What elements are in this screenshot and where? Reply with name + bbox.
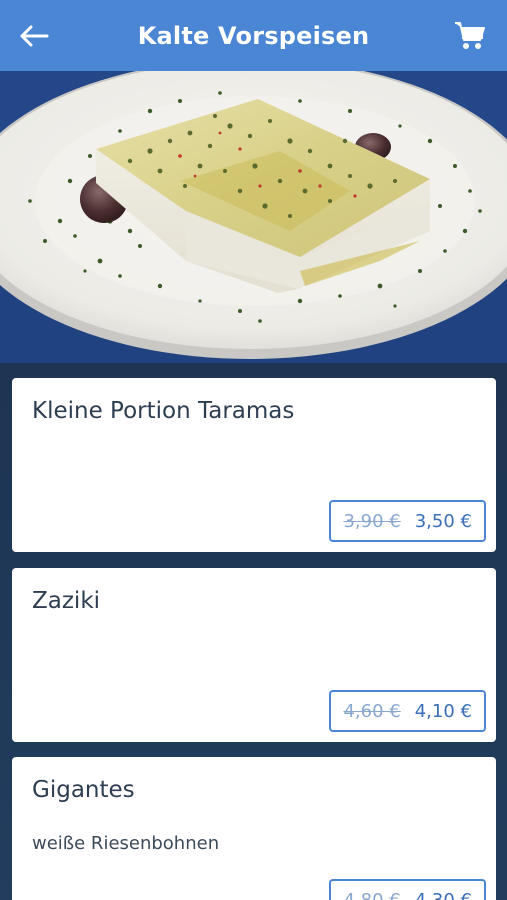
item-description: weiße Riesenbohnen (32, 833, 220, 854)
back-button[interactable] (16, 18, 52, 54)
menu-item[interactable]: Kleine Portion Taramas 3,90 € 3,50 € (12, 378, 496, 552)
item-name: Gigantes (32, 777, 135, 803)
arrow-left-icon (20, 25, 49, 47)
price-button[interactable]: 4,60 € 4,10 € (329, 690, 486, 732)
old-price: 3,90 € (343, 510, 401, 532)
old-price: 4,80 € (343, 889, 401, 900)
current-price: 4,10 € (414, 700, 472, 722)
page-title: Kalte Vorspeisen (137, 21, 370, 50)
dish-photo (0, 71, 507, 363)
current-price: 4,30 € (414, 889, 472, 900)
item-name: Zaziki (32, 588, 101, 614)
current-price: 3,50 € (414, 510, 472, 532)
old-price: 4,60 € (343, 700, 401, 722)
shopping-cart-icon (455, 22, 485, 49)
menu-item[interactable]: Gigantes weiße Riesenbohnen 4,80 € 4,30 … (12, 757, 496, 900)
item-name: Kleine Portion Taramas (32, 398, 295, 424)
menu-list: Kleine Portion Taramas 3,90 € 3,50 € Zaz… (0, 363, 507, 900)
price-button[interactable]: 3,90 € 3,50 € (329, 500, 486, 542)
price-button[interactable]: 4,80 € 4,30 € (329, 879, 486, 900)
cart-button[interactable] (451, 16, 489, 54)
app-header: Kalte Vorspeisen (0, 0, 507, 71)
menu-item[interactable]: Zaziki 4,60 € 4,10 € (12, 568, 496, 742)
